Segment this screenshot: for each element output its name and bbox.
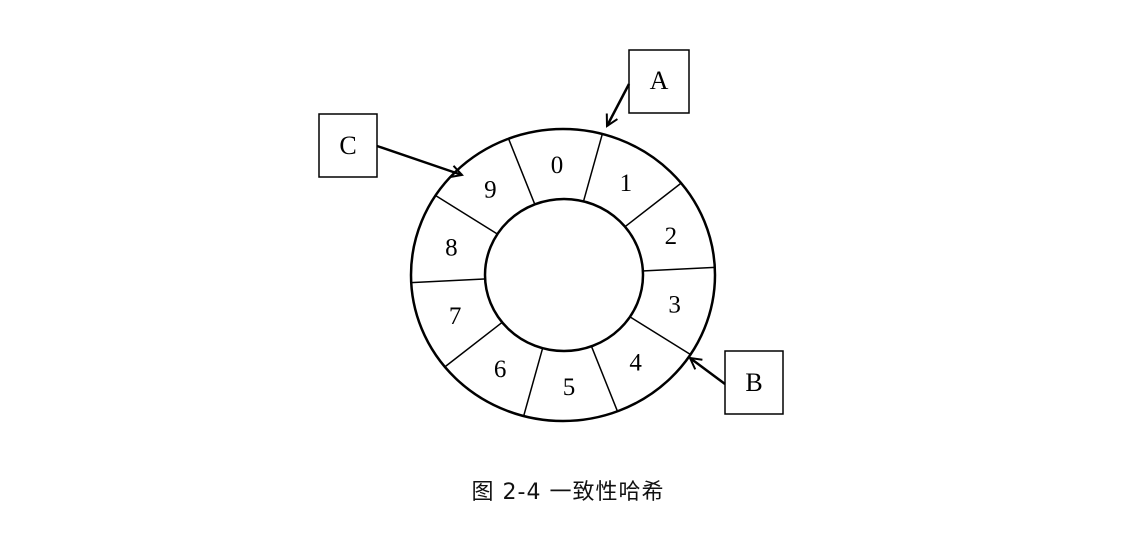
node-c-label: C [339, 131, 356, 160]
inner-ring [483, 197, 645, 353]
segment-label-6: 6 [494, 356, 507, 383]
segment-label-3: 3 [668, 292, 681, 319]
segment-divider [522, 348, 544, 417]
figure-caption: 图 2-4 一致性哈希 [471, 480, 665, 505]
segment-divider [582, 133, 604, 202]
segment-label-1: 1 [620, 170, 633, 197]
segment-label-5: 5 [563, 374, 576, 401]
segment-label-0: 0 [551, 152, 564, 179]
node-b-label: B [745, 368, 762, 397]
segment-divider [411, 278, 485, 284]
node-a-label: A [650, 66, 669, 95]
node-b-arrow [690, 358, 726, 386]
segment-divider [590, 345, 619, 412]
node-a: A [607, 49, 690, 126]
ring-diagram-svg: 0 1 2 3 4 5 6 7 8 9 A B C [318, 49, 784, 423]
segment-label-9: 9 [484, 177, 497, 204]
node-c: C [318, 113, 462, 177]
segment-label-4: 4 [629, 349, 642, 376]
node-a-arrow [607, 83, 631, 126]
segment-label-8: 8 [445, 234, 458, 261]
node-c-arrow [376, 144, 462, 175]
segment-label-7: 7 [449, 303, 462, 330]
segment-label-2: 2 [665, 223, 678, 250]
segment-divider [623, 182, 682, 228]
segment-divider [507, 138, 536, 205]
node-b: B [690, 350, 784, 415]
segment-divider [641, 266, 715, 272]
consistent-hash-diagram: 0 1 2 3 4 5 6 7 8 9 A B C [0, 0, 1136, 528]
segment-labels: 0 1 2 3 4 5 6 7 8 9 [445, 152, 681, 401]
